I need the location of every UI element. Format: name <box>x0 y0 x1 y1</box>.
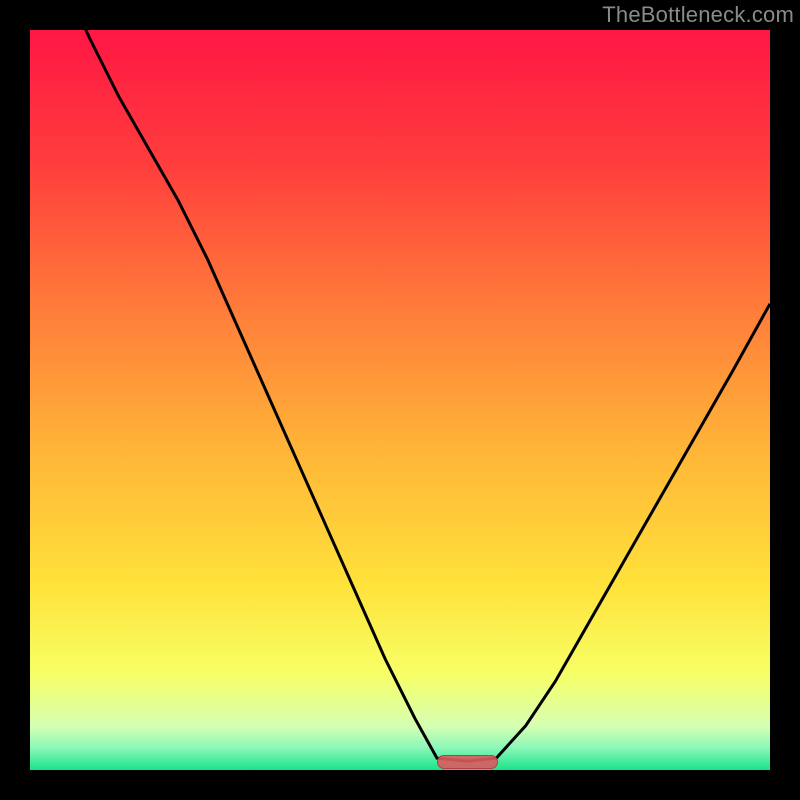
optimal-marker <box>437 755 498 769</box>
watermark-text: TheBottleneck.com <box>602 2 794 28</box>
plot-area <box>30 30 770 770</box>
bottleneck-curve <box>30 30 770 770</box>
chart-frame: TheBottleneck.com <box>0 0 800 800</box>
